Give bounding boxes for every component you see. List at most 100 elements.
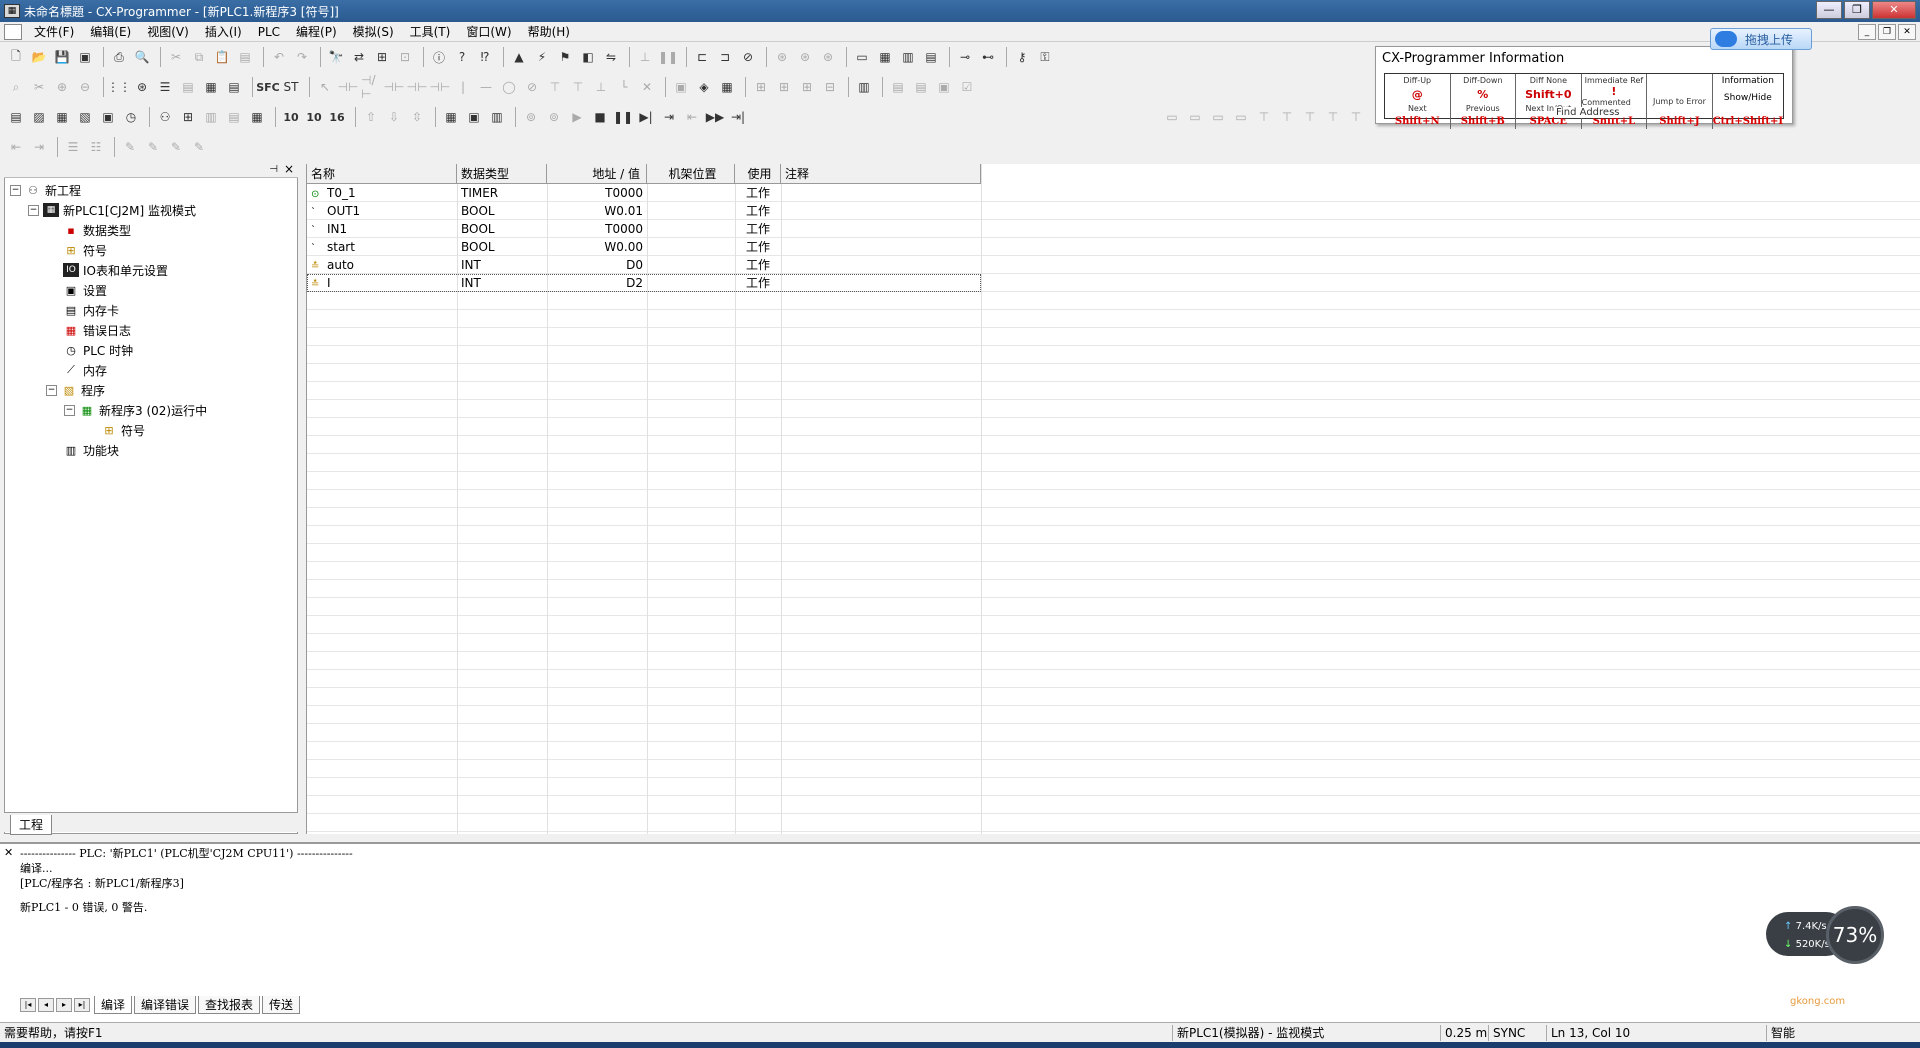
copy-icon[interactable]: ⧉ xyxy=(189,47,209,67)
tree-node-io-table[interactable]: IO IO表和单元设置 xyxy=(4,260,298,280)
tree-node-program-symbols[interactable]: ⊞ 符号 xyxy=(4,420,298,440)
tree-node-datatypes[interactable]: ▪ 数据类型 xyxy=(4,220,298,240)
collapse-icon[interactable]: − xyxy=(46,384,57,396)
mdi-restore-button[interactable]: ❐ xyxy=(1878,24,1896,40)
simulator-window-icon[interactable]: ▣ xyxy=(464,107,484,127)
signed-decimal-display-icon[interactable]: 10 xyxy=(304,107,324,127)
collapse-icon[interactable]: − xyxy=(28,204,39,216)
context-help-icon[interactable]: ⁉ xyxy=(475,47,495,67)
transfer-to-plc-icon[interactable]: ⇧ xyxy=(361,107,381,127)
fb-icon[interactable]: ▭ xyxy=(1162,107,1182,127)
drag-upload-button[interactable]: 拖拽上传 xyxy=(1710,28,1812,50)
mdi-minimize-button[interactable]: _ xyxy=(1858,24,1876,40)
tab-compile-errors[interactable]: 编译错误 xyxy=(134,996,197,1014)
transfer-from-plc-icon[interactable]: ⇩ xyxy=(384,107,404,127)
fb-icon[interactable]: ▭ xyxy=(1185,107,1205,127)
minimize-button[interactable]: — xyxy=(1816,1,1842,19)
online-icon[interactable]: ▲ xyxy=(509,47,529,67)
list-icon[interactable]: ☰ xyxy=(63,137,83,157)
coil-nc-icon[interactable]: ⊘ xyxy=(522,77,542,97)
network-speed-widget[interactable]: ↑ 7.4K/s ↓ 520K/s 73% xyxy=(1766,906,1888,966)
header-address[interactable]: 地址 / 值 xyxy=(547,164,647,184)
contact-or-icon[interactable]: ⊣⊢ xyxy=(384,77,405,97)
simulator-settings-icon[interactable]: ▦ xyxy=(441,107,461,127)
pause-monitor-icon[interactable]: ❚❚ xyxy=(658,47,678,67)
tree-node-error-log[interactable]: ▦ 错误日志 xyxy=(4,320,298,340)
data-trace-icon[interactable]: ⊞ xyxy=(178,107,198,127)
properties-icon[interactable]: ⓘ xyxy=(429,47,449,67)
header-datatype[interactable]: 数据类型 xyxy=(457,164,547,184)
menu-window[interactable]: 窗口(W) xyxy=(458,22,519,42)
fb-icon[interactable]: ⊤ xyxy=(1300,107,1320,127)
close-icon[interactable]: ✕ xyxy=(4,846,13,859)
compare-with-plc-icon[interactable]: ⇳ xyxy=(407,107,427,127)
zoom-out-icon[interactable]: ⊖ xyxy=(75,77,95,97)
menu-plc[interactable]: PLC xyxy=(250,22,288,42)
menu-tools[interactable]: 工具(T) xyxy=(402,22,459,42)
plc-network-icon[interactable]: ⚇ xyxy=(155,107,175,127)
contact-icon[interactable]: ⊣⊢ xyxy=(430,77,451,97)
output-window-icon[interactable]: ▤ xyxy=(911,77,931,97)
indent-icon[interactable]: ⇤ xyxy=(6,137,26,157)
fb-icon[interactable]: ▭ xyxy=(1231,107,1251,127)
contact-nc-icon[interactable]: ⊣/⊢ xyxy=(361,73,381,101)
tab-project[interactable]: 工程 xyxy=(10,815,53,835)
wand-icon[interactable]: ✎ xyxy=(166,137,186,157)
grid-icon[interactable]: ⋮⋮ xyxy=(107,77,131,97)
wand-icon[interactable]: ✎ xyxy=(143,137,163,157)
view-mnemonic-icon[interactable]: ▦ xyxy=(875,47,895,67)
plc-clock-icon[interactable]: ◷ xyxy=(121,107,141,127)
plc-settings-icon[interactable]: ▨ xyxy=(29,107,49,127)
io-table-icon[interactable]: ▦ xyxy=(52,107,72,127)
insert-column-icon[interactable]: ⊞ xyxy=(797,77,817,97)
properties-table-icon[interactable]: ▤ xyxy=(224,77,244,97)
collapse-icon[interactable]: − xyxy=(64,404,75,416)
fb-icon[interactable]: ⊤ xyxy=(1277,107,1297,127)
memory-icon[interactable]: ▧ xyxy=(75,107,95,127)
tree-node-memory[interactable]: ⟋ 内存 xyxy=(4,360,298,380)
stop-icon[interactable]: ■ xyxy=(590,107,610,127)
memory-view-icon[interactable]: ▥ xyxy=(854,77,874,97)
view-ladder-icon[interactable]: ▭ xyxy=(852,47,872,67)
tree-node-memory-card[interactable]: ▤ 内存卡 xyxy=(4,300,298,320)
header-comment[interactable]: 注释 xyxy=(781,164,981,184)
monitor-icon[interactable]: ◧ xyxy=(578,47,598,67)
vertical-line-icon[interactable]: | xyxy=(453,77,473,97)
connect-line-icon[interactable]: └ xyxy=(614,77,634,97)
lock-icon[interactable]: ⚿ xyxy=(1035,47,1055,67)
fb-icon[interactable]: ▭ xyxy=(1208,107,1228,127)
break-point-clear-icon[interactable]: ⊚ xyxy=(544,107,564,127)
close-icon[interactable]: × xyxy=(284,162,294,176)
hex-display-icon[interactable]: 16 xyxy=(327,107,347,127)
error-log-icon[interactable]: ▦ xyxy=(247,107,267,127)
header-usage[interactable]: 使用 xyxy=(735,164,781,184)
delete-row-icon[interactable]: ⊟ xyxy=(820,77,840,97)
menu-view[interactable]: 视图(V) xyxy=(139,22,197,42)
horizontal-line-icon[interactable]: — xyxy=(476,77,496,97)
coil-icon[interactable]: ◯ xyxy=(499,77,519,97)
last-tab-icon[interactable]: ▸| xyxy=(74,998,90,1012)
table-row[interactable]: ˋ IN1 BOOL T0000 工作 xyxy=(307,220,981,238)
table-row[interactable]: ˋ OUT1 BOOL W0.01 工作 xyxy=(307,202,981,220)
plc-info-icon[interactable]: ▣ xyxy=(98,107,118,127)
rung-icon[interactable]: ⊸ xyxy=(955,47,975,67)
menu-simulate[interactable]: 模拟(S) xyxy=(345,22,402,42)
replace-icon[interactable]: ⇄ xyxy=(349,47,369,67)
decimal-display-icon[interactable]: 10 xyxy=(281,107,301,127)
cross-ref-pop-icon[interactable]: ▤ xyxy=(888,77,908,97)
undo-icon[interactable]: ↶ xyxy=(269,47,289,67)
contact-or-nc-icon[interactable]: ⊣⊢ xyxy=(407,77,428,97)
key-icon[interactable]: ⚷ xyxy=(1012,47,1032,67)
run-icon[interactable]: ▶ xyxy=(567,107,587,127)
insert-rung-icon[interactable]: ⊞ xyxy=(751,77,771,97)
zoom-to-fit-icon[interactable]: ⌕ xyxy=(6,77,26,97)
find-icon[interactable]: 🔭 xyxy=(326,47,346,67)
cut-icon[interactable]: ✂ xyxy=(166,47,186,67)
network-icon[interactable]: ⊷ xyxy=(978,47,998,67)
program-icon[interactable]: ▤ xyxy=(6,107,26,127)
tree-node-program[interactable]: − ▦ 新程序3 (02)运行中 xyxy=(4,400,298,420)
force-off-icon[interactable]: ⊛ xyxy=(795,47,815,67)
toggle-online-icon[interactable]: ⚑ xyxy=(555,47,575,67)
menu-edit[interactable]: 编辑(E) xyxy=(82,22,139,42)
table-row[interactable]: ⊙ T0_1 TIMER T0000 工作 xyxy=(307,184,981,202)
